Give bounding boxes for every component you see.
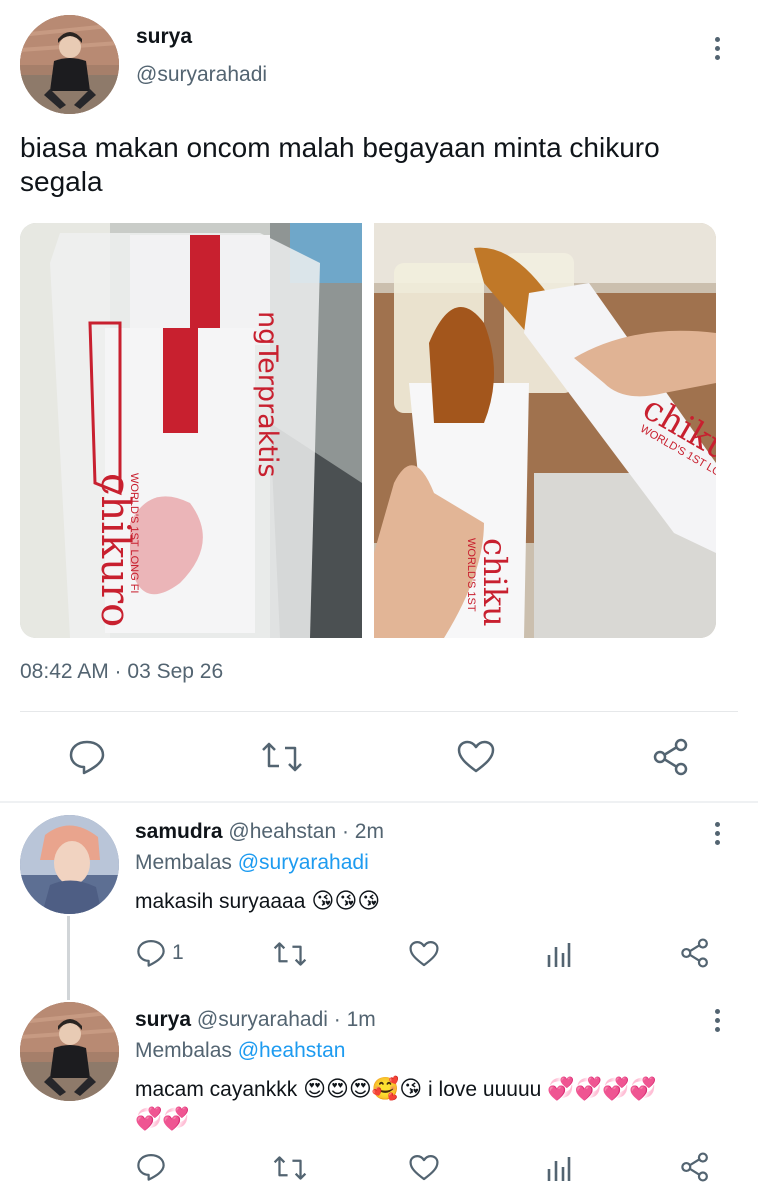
reply-meta: @heahstan · 2m (228, 820, 384, 843)
image-tagline: WORLD'S 1ST LONG FI (128, 473, 140, 594)
retweet-icon[interactable] (261, 740, 303, 774)
like-icon[interactable] (457, 740, 495, 774)
reply-meta: @suryarahadi · 1m (196, 1008, 376, 1031)
reply-author-name[interactable]: surya (135, 1008, 191, 1031)
reply-emoji-2: 💞💞💞💞 (547, 1077, 657, 1102)
tweet-text: biasa makan oncom malah begayaan minta c… (20, 132, 660, 197)
replying-prefix: Membalas (135, 851, 232, 874)
reply-icon[interactable] (136, 1152, 166, 1182)
replying-to-link[interactable]: @heahstan (238, 1039, 346, 1062)
share-icon[interactable] (680, 938, 710, 968)
reply-text: macam cayankkk (135, 1078, 298, 1101)
share-icon[interactable] (680, 1152, 710, 1182)
analytics-icon[interactable] (547, 941, 571, 967)
reply-emoji: 😘😘😘 (311, 889, 381, 914)
image-side-text: ngTerpraktis (252, 311, 283, 478)
reply-emoji-3: 💞💞 (135, 1107, 190, 1132)
reply-count: 1 (172, 941, 184, 964)
reply-emoji: 😍😍😍🥰😘 (303, 1077, 423, 1102)
replying-to-link[interactable]: @suryarahadi (238, 851, 369, 874)
like-icon[interactable] (409, 940, 439, 968)
more-icon[interactable] (707, 1006, 727, 1034)
avatar[interactable] (20, 1002, 119, 1101)
reply-icon (137, 940, 165, 967)
more-icon[interactable] (707, 34, 727, 62)
author-name[interactable]: surya (136, 25, 192, 49)
avatar[interactable] (20, 15, 119, 114)
analytics-icon[interactable] (547, 1155, 571, 1181)
reply-text: makasih suryaaaa (135, 889, 306, 913)
reply-author-name[interactable]: samudra (135, 820, 223, 843)
retweet-icon[interactable] (273, 940, 307, 968)
retweet-icon[interactable] (273, 1154, 307, 1182)
tweet-timestamp: 08:42 AM · 03 Sep 26 (20, 660, 224, 683)
vertical-thread-line (67, 916, 70, 1000)
reply-text-2: i love uuuuu (428, 1078, 542, 1101)
author-handle[interactable]: @suryarahadi (136, 63, 267, 87)
like-icon[interactable] (409, 1154, 439, 1182)
avatar[interactable] (20, 815, 119, 914)
more-icon[interactable] (707, 819, 727, 847)
divider (0, 801, 758, 803)
reply-button[interactable]: 1 (136, 938, 184, 968)
tweet-image-2[interactable]: chikur WORLD'S 1ST LONG FI chiku WORLD'S… (374, 223, 716, 638)
image-tagline-3: WORLD'S 1ST (465, 538, 477, 612)
replying-prefix: Membalas (135, 1039, 232, 1062)
tweet-image-1[interactable]: chikuro ngTerpraktis WORLD'S 1ST LONG FI (20, 223, 362, 638)
share-icon[interactable] (652, 738, 690, 776)
reply-icon[interactable] (68, 739, 106, 775)
image-brand-text-3: chiku (476, 538, 514, 627)
divider (20, 711, 738, 712)
